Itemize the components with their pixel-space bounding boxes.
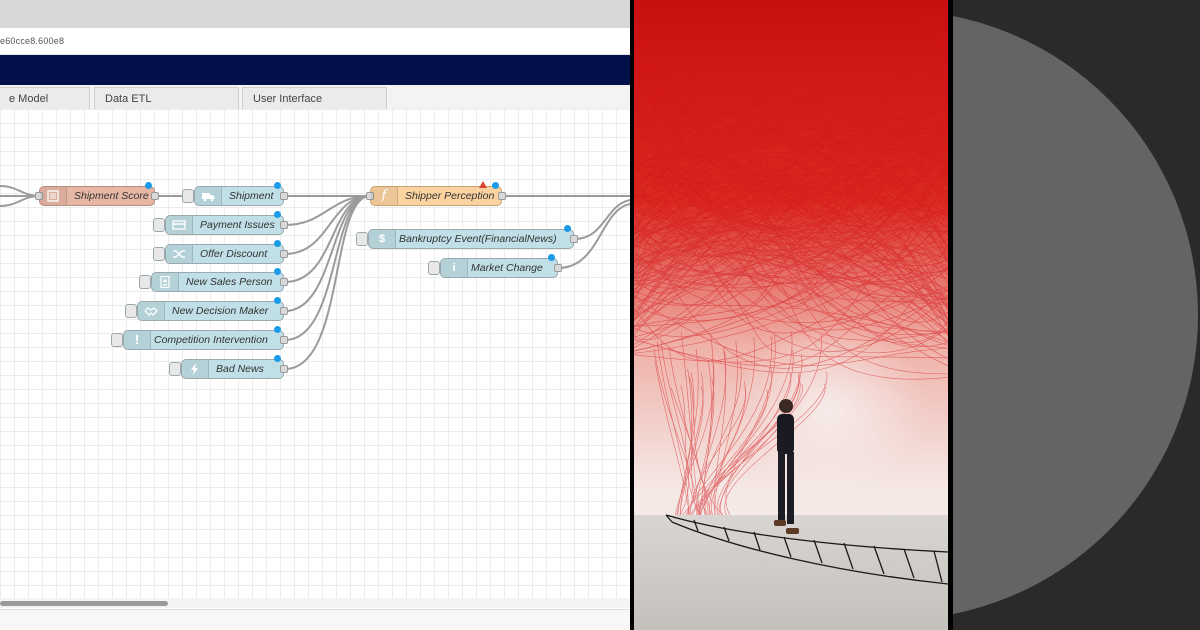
- output-port[interactable]: [280, 278, 288, 286]
- inject-button[interactable]: [139, 275, 151, 289]
- dark-panel: [953, 0, 1200, 630]
- gray-disc: [953, 16, 1198, 614]
- node-new-decision-maker[interactable]: New Decision Maker: [125, 297, 288, 321]
- inject-button[interactable]: [125, 304, 137, 318]
- output-port[interactable]: [280, 365, 288, 373]
- node-label: Competition Intervention: [154, 334, 268, 346]
- node-label: New Decision Maker: [172, 305, 269, 317]
- node-new-sales-person[interactable]: New Sales Person: [139, 268, 288, 292]
- inject-button[interactable]: [169, 362, 181, 376]
- status-dot: [274, 268, 281, 275]
- handshake-icon: [138, 302, 165, 320]
- flow-editor-screenshot: e60cce8.600e8 e Model Data ETL User Inte…: [0, 0, 630, 630]
- editor-footer: [0, 609, 630, 630]
- output-port[interactable]: [570, 235, 578, 243]
- output-port[interactable]: [280, 336, 288, 344]
- node-label: Payment Issues: [200, 219, 275, 231]
- inject-button[interactable]: [153, 218, 165, 232]
- status-dot: [145, 182, 152, 189]
- status-dot: [548, 254, 555, 261]
- node-shipment-score[interactable]: Shipment Score: [35, 182, 159, 206]
- function-icon: f: [371, 187, 398, 205]
- inject-button[interactable]: [153, 247, 165, 261]
- node-label: New Sales Person: [186, 276, 273, 288]
- node-offer-discount[interactable]: Offer Discount: [153, 240, 288, 264]
- node-label: Shipment Score: [74, 190, 149, 202]
- output-port[interactable]: [554, 264, 562, 272]
- card-icon: [166, 216, 193, 234]
- list-icon: [40, 187, 67, 205]
- info-icon: i: [441, 259, 468, 277]
- node-label: Offer Discount: [200, 248, 268, 260]
- node-shipment[interactable]: Shipment: [182, 182, 288, 206]
- status-dot: [564, 225, 571, 232]
- node-bankruptcy-event[interactable]: $ Bankruptcy Event(FinancialNews): [356, 225, 578, 249]
- scrollbar-thumb[interactable]: [0, 601, 168, 606]
- output-port[interactable]: [280, 250, 288, 258]
- status-dot: [274, 182, 281, 189]
- node-label: Shipper Perception: [405, 190, 495, 202]
- status-dot: [492, 182, 499, 189]
- output-port[interactable]: [280, 221, 288, 229]
- node-label: Bankruptcy Event(FinancialNews): [399, 233, 557, 245]
- flow-wires: [0, 185, 630, 370]
- node-label: Shipment: [229, 190, 274, 202]
- inject-button[interactable]: [182, 189, 194, 203]
- status-dot: [274, 297, 281, 304]
- truck-icon: [195, 187, 222, 205]
- status-dot: [274, 240, 281, 247]
- node-label: Market Change: [471, 262, 543, 274]
- changed-indicator: [479, 181, 487, 188]
- lightning-icon: [182, 360, 209, 378]
- exclamation-icon: !: [124, 331, 151, 349]
- output-port[interactable]: [280, 192, 288, 200]
- wire-in-score-3: [0, 195, 41, 207]
- inject-button[interactable]: [356, 232, 368, 246]
- node-market-change[interactable]: i Market Change: [428, 254, 562, 278]
- node-shipper-perception[interactable]: f Shipper Perception: [366, 181, 506, 206]
- wire-competition-perception: [284, 195, 371, 341]
- node-competition-intervention[interactable]: ! Competition Intervention: [111, 326, 288, 350]
- output-port[interactable]: [498, 192, 506, 200]
- red-thread-installation-photo: [634, 0, 948, 630]
- shuffle-icon: [166, 245, 193, 263]
- wire-in-score-1: [0, 185, 41, 197]
- inject-button[interactable]: [428, 261, 440, 275]
- wire-decision-perception: [284, 195, 371, 312]
- status-dot: [274, 355, 281, 362]
- photo-illustration: [634, 0, 948, 630]
- status-dot: [274, 211, 281, 218]
- dollar-icon: $: [369, 230, 396, 248]
- node-payment-issues[interactable]: Payment Issues: [153, 211, 288, 235]
- wire-news-perception: [284, 195, 371, 370]
- status-dot: [274, 326, 281, 333]
- output-port[interactable]: [280, 307, 288, 315]
- person-icon: [152, 273, 179, 291]
- node-label: Bad News: [216, 363, 264, 375]
- node-bad-news[interactable]: Bad News: [169, 355, 288, 379]
- inject-button[interactable]: [111, 333, 123, 347]
- output-port[interactable]: [151, 192, 159, 200]
